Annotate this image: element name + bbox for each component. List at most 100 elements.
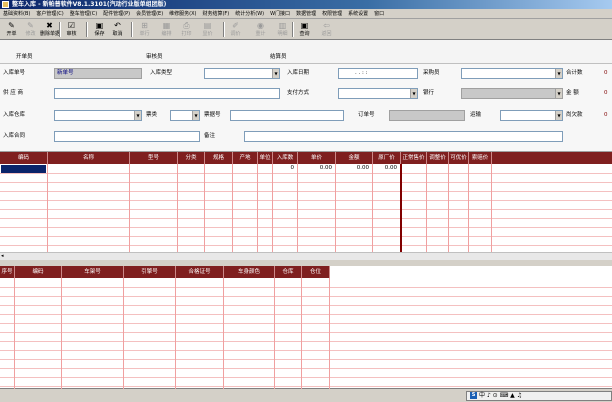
menu-item[interactable]: 整车管理(C): [67, 9, 100, 19]
column-divider: [47, 164, 48, 252]
toolbar-button-8[interactable]: ⎙ 打印: [177, 20, 196, 39]
toolbar-button-4[interactable]: ▣ 保存: [90, 20, 109, 39]
column-header[interactable]: 车身颜色: [224, 266, 275, 278]
toolbar-button-5[interactable]: ↶ 取消: [108, 20, 127, 39]
chevron-down-icon[interactable]: ▼: [555, 111, 562, 120]
column-header[interactable]: 调整价: [427, 152, 449, 164]
column-header[interactable]: 引擎号: [124, 266, 176, 278]
menu-item[interactable]: 权限管理: [319, 9, 345, 19]
menu-item[interactable]: 配件管理(P): [100, 9, 133, 19]
chevron-down-icon[interactable]: ▼: [555, 69, 562, 78]
column-header[interactable]: 分类: [178, 152, 205, 164]
column-header[interactable]: 编码: [15, 266, 62, 278]
column-divider: [426, 164, 427, 252]
type-select[interactable]: ▼: [204, 68, 280, 79]
menu-item[interactable]: 统计分析(W): [232, 9, 267, 19]
column-header[interactable]: 仓位: [302, 266, 330, 278]
vehicle-grid[interactable]: 序号 编码 车架号 引擎号 合格证号 车身颜色 仓库 仓位: [0, 266, 612, 389]
toolbar-button-2[interactable]: ✖ 删除单据: [40, 20, 60, 39]
column-divider: [61, 278, 62, 389]
ime-toolbar[interactable]: S中 ♪ ⊙ ⌨ ▲ ♫: [466, 391, 612, 401]
column-header[interactable]: 仓库: [275, 266, 302, 278]
order-no-label: 订单号: [358, 112, 375, 118]
menu-item[interactable]: 窗口: [371, 9, 387, 19]
parts-grid[interactable]: 编码 名称 型号 分类 规格 产地 单位 入库数 单价 金额 原厂价 正常售价 调整价 可优价 索赔价 0 0…: [0, 152, 612, 260]
column-header[interactable]: 车架号: [62, 266, 124, 278]
toolbar-button-13[interactable]: ▣ 查询: [295, 20, 314, 39]
column-header[interactable]: 正常售价: [401, 152, 427, 164]
chevron-down-icon[interactable]: ▼: [192, 111, 199, 120]
toolbar-button-10[interactable]: ✐ 调价: [226, 20, 245, 39]
invoice-no-field[interactable]: [230, 110, 344, 121]
menu-item[interactable]: 财务结算(F): [199, 9, 232, 19]
order-no-field[interactable]: [389, 110, 465, 121]
ime-tools[interactable]: ♪ ⊙ ⌨ ▲ ♫: [487, 392, 522, 399]
buyer-select[interactable]: ▼: [461, 68, 563, 79]
toolbar-button-7[interactable]: ▦ 编排: [157, 20, 176, 39]
column-header[interactable]: 金额: [336, 152, 373, 164]
invoice-select[interactable]: ▼: [170, 110, 200, 121]
remark-field[interactable]: [244, 131, 563, 142]
menu-item[interactable]: 客户管理(C): [33, 9, 66, 19]
warehouse-select[interactable]: ▼: [54, 110, 142, 121]
date-field[interactable]: . . : :: [338, 68, 418, 79]
horizontal-scrollbar[interactable]: ◂: [0, 252, 612, 260]
column-header[interactable]: 序号: [0, 266, 15, 278]
column-header[interactable]: 索赔价: [469, 152, 492, 164]
toolbar-separator: [131, 22, 133, 37]
toolbar-separator: [223, 22, 225, 37]
toolbar-button-11[interactable]: ◉ 重计: [251, 20, 270, 39]
toolbar-button-14[interactable]: ⇦ 返回: [317, 20, 336, 39]
row-divider: [0, 314, 612, 315]
menu-item[interactable]: 维修服务(X): [166, 9, 199, 19]
toolbar-separator: [59, 22, 61, 37]
print-icon: ⎙: [183, 21, 190, 30]
approve-icon: ☑: [67, 21, 76, 30]
scroll-left-icon[interactable]: ◂: [1, 254, 6, 259]
chevron-down-icon[interactable]: ▼: [134, 111, 141, 120]
toolbar-button-12[interactable]: ▥ 明细: [273, 20, 292, 39]
transport-select[interactable]: ▼: [500, 110, 563, 121]
menu-item[interactable]: 会员管理(E): [133, 9, 166, 19]
current-cell[interactable]: [1, 165, 46, 173]
creator-label: 开单员: [16, 54, 33, 60]
column-header[interactable]: 单价: [298, 152, 336, 164]
toolbar-button-3[interactable]: ☑ 审核: [62, 20, 81, 39]
ime-mode[interactable]: 中: [479, 392, 485, 399]
column-header[interactable]: 入库数: [273, 152, 298, 164]
column-header[interactable]: 合格证号: [176, 266, 224, 278]
toolbar-button-9[interactable]: ▤ 显价: [198, 20, 217, 39]
menu-item[interactable]: 基础资料(B): [0, 9, 33, 19]
toolbar: ✎ 开单 ✎ 修改 ✖ 删除单据 ☑ 审核 ▣ 保存 ↶ 取消 ⊞ 单行 ▦ 编排 ⎙ 打印 ▤ 显价 ✐ 调价 ◉ 重计 ▥ 明…: [0, 19, 612, 40]
column-header[interactable]: 型号: [130, 152, 178, 164]
menu-item[interactable]: 系统设置: [345, 9, 371, 19]
column-header[interactable]: 名称: [48, 152, 130, 164]
delete-icon: ✖: [46, 21, 53, 30]
contract-field[interactable]: [54, 131, 200, 142]
column-header[interactable]: 原厂价: [373, 152, 401, 164]
toolbar-button-0[interactable]: ✎ 开单: [2, 20, 21, 39]
receipt-no-field[interactable]: 新单号: [54, 68, 142, 79]
bank-select[interactable]: ▼: [461, 88, 563, 99]
menu-item[interactable]: W门接口: [267, 9, 293, 19]
column-divider: [272, 164, 273, 252]
chevron-down-icon[interactable]: ▼: [272, 69, 279, 78]
toolbar-button-1[interactable]: ✎ 修改: [21, 20, 40, 39]
column-header[interactable]: 产地: [233, 152, 258, 164]
toolbar-label: 调价: [230, 31, 241, 37]
chevron-down-icon[interactable]: ▼: [555, 89, 562, 98]
column-header[interactable]: 可优价: [449, 152, 469, 164]
toolbar-button-6[interactable]: ⊞ 单行: [135, 20, 154, 39]
transport-label: 运输: [470, 112, 482, 118]
price-icon: ▤: [203, 21, 212, 30]
row-divider: [0, 323, 612, 324]
menu-bar: 基础资料(B) 客户管理(C) 整车管理(C) 配件管理(P) 会员管理(E) 维修服务(…: [0, 9, 612, 19]
column-header[interactable]: 单位: [258, 152, 273, 164]
supplier-field[interactable]: [54, 88, 280, 99]
chevron-down-icon[interactable]: ▼: [410, 89, 417, 98]
row-qty-value: 0: [290, 165, 295, 171]
column-header[interactable]: 编码: [0, 152, 48, 164]
column-header[interactable]: 规格: [205, 152, 233, 164]
pay-method-select[interactable]: ▼: [338, 88, 418, 99]
menu-item[interactable]: 数据管理: [293, 9, 319, 19]
